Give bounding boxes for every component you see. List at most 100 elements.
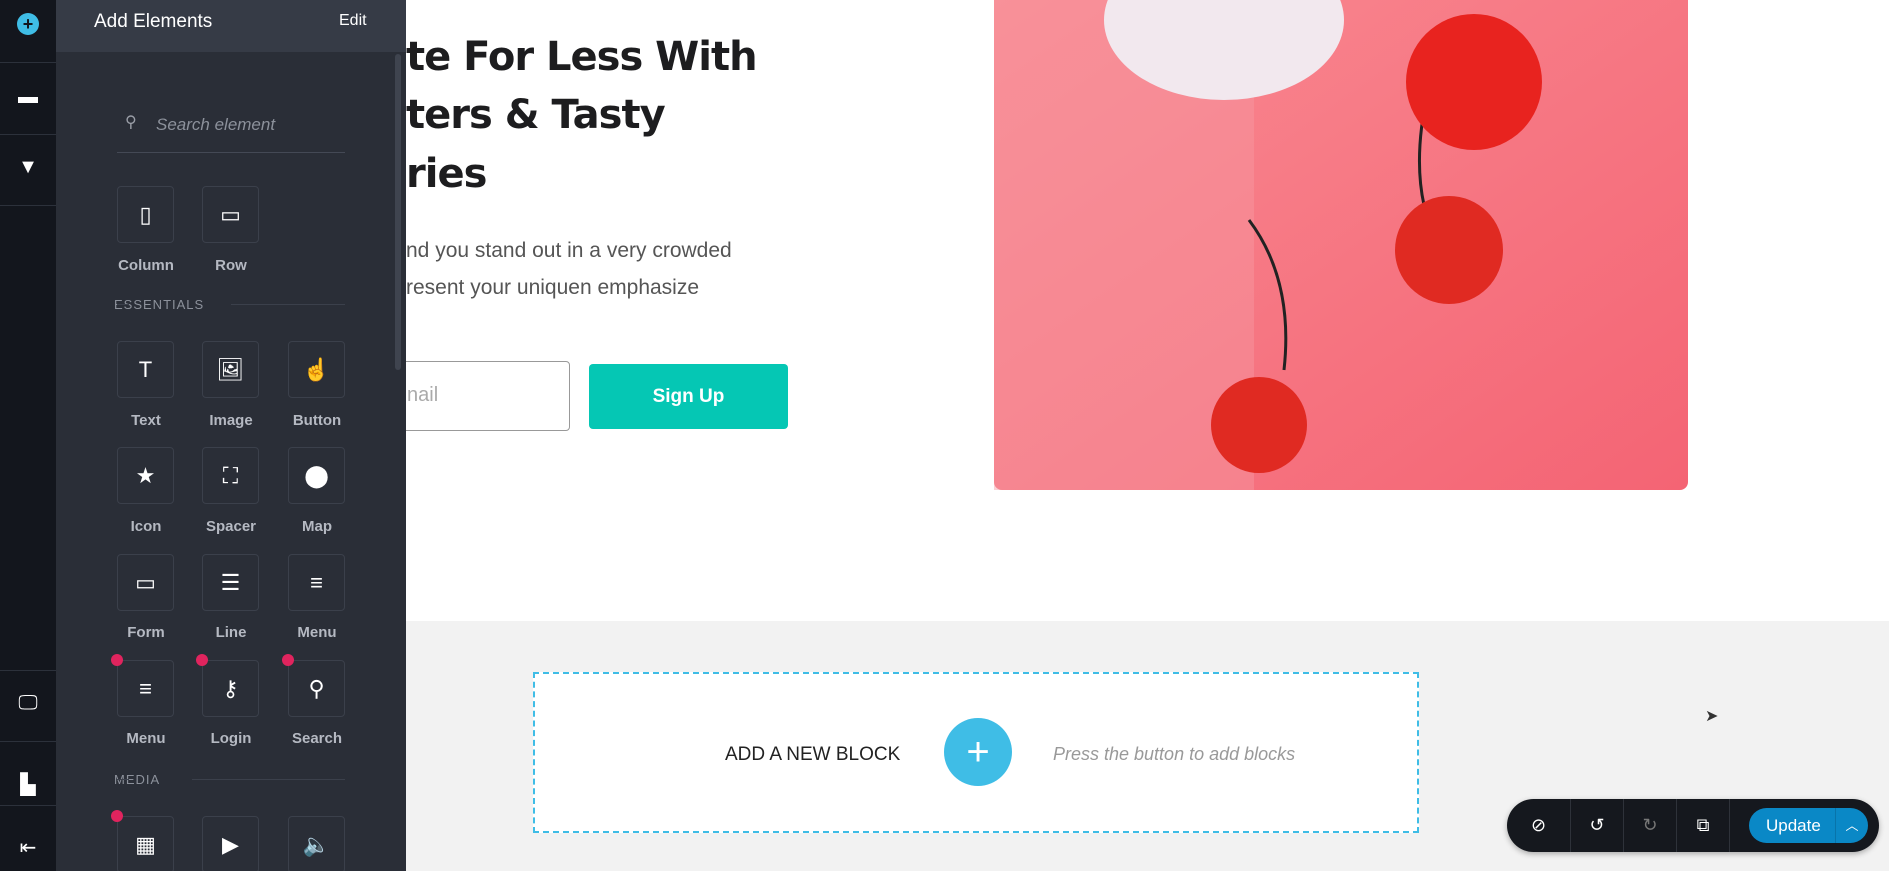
divider: [0, 134, 56, 135]
expand-icon: ⛶: [222, 462, 239, 488]
left-icon-bar: + ▬ ▼ 🖵 ▙ ⇤: [0, 0, 56, 871]
panel-header: Add Elements Edit: [56, 0, 406, 52]
panel-scrollbar[interactable]: [395, 54, 401, 370]
audio-icon: 🔈: [302, 831, 331, 857]
column-icon: ▯: [139, 201, 152, 227]
badge-dot: [196, 654, 208, 666]
tile-label: Menu: [126, 730, 166, 747]
add-circle-icon[interactable]: +: [0, 13, 56, 36]
search-placeholder: Search element: [156, 115, 276, 134]
form-element-tile[interactable]: ▭: [117, 554, 174, 611]
menu-element-tile[interactable]: ≡: [288, 554, 345, 611]
divider: [0, 741, 56, 742]
badge-dot: [111, 654, 123, 666]
star-icon: ★: [135, 462, 156, 488]
key-icon: ⚷: [222, 675, 239, 701]
tile-label: Login: [210, 730, 252, 747]
signup-label: Sign Up: [652, 385, 725, 407]
tile-label: Line: [215, 624, 247, 641]
tile-label: Row: [215, 257, 247, 274]
image-element-tile[interactable]: 🖼: [202, 341, 259, 398]
key-element-tile[interactable]: ⚷: [202, 660, 259, 717]
layout-icon[interactable]: ▬: [0, 86, 56, 109]
tile-label: Menu: [297, 624, 337, 641]
email-placeholder: nail: [407, 384, 439, 406]
desktop-icon[interactable]: 🖵: [0, 692, 56, 715]
hero-heading-line-1: te For Less With: [406, 34, 758, 80]
menu-icon: ≡: [310, 569, 323, 595]
update-label: Update: [1766, 816, 1821, 835]
redo-icon[interactable]: ↻: [1624, 799, 1677, 852]
hand-pointer-element-tile[interactable]: ☝: [288, 341, 345, 398]
tile-label: Text: [131, 412, 161, 429]
menu-element-tile[interactable]: ≡: [117, 660, 174, 717]
add-elements-panel: Add Elements Edit ⚲ Search element ▯ Colu…: [56, 0, 406, 871]
search-icon: ⚲: [308, 675, 325, 701]
hero-image-cherries: [994, 0, 1688, 490]
divider: [117, 779, 129, 780]
add-block-hint: Press the button to add blocks: [1053, 744, 1296, 764]
divider: [0, 805, 56, 806]
line-element-tile[interactable]: ☰: [202, 554, 259, 611]
chevron-up-icon[interactable]: ︿: [1835, 808, 1868, 843]
add-block-dropzone[interactable]: ADD A NEW BLOCK + Press the button to ad…: [533, 672, 1419, 833]
gallery-element-tile[interactable]: ▦: [117, 816, 174, 871]
tile-label: Map: [302, 518, 332, 535]
text-element-tile[interactable]: T: [117, 341, 174, 398]
line-icon: ☰: [220, 569, 241, 595]
map-pin-icon: ⬤: [304, 462, 329, 488]
page-canvas: te For Less With ters & Tasty ries nd yo…: [406, 0, 1889, 871]
plus-icon: +: [966, 729, 990, 774]
badge-dot: [282, 654, 294, 666]
tile-label: Form: [127, 624, 165, 641]
email-input[interactable]: nail: [406, 361, 570, 431]
star-element-tile[interactable]: ★: [117, 447, 174, 504]
divider: [0, 205, 56, 206]
undo-icon[interactable]: ↺: [1571, 799, 1624, 852]
divider: [0, 62, 56, 63]
expand-element-tile[interactable]: ⛶: [202, 447, 259, 504]
hide-icon[interactable]: ⊘: [1507, 799, 1571, 852]
hero-heading-line-3: ries: [406, 151, 487, 197]
paint-roller-icon[interactable]: ▼: [0, 156, 56, 179]
divider: [0, 670, 56, 671]
play-element-tile[interactable]: ▶: [202, 816, 259, 871]
external-link-icon[interactable]: ⧉: [1677, 799, 1730, 852]
hero-paragraph-line-1: nd you stand out in a very crowded: [406, 239, 732, 262]
exit-icon[interactable]: ⇤: [0, 835, 56, 860]
search-input[interactable]: ⚲ Search element: [117, 104, 345, 153]
search-element-tile[interactable]: ⚲: [288, 660, 345, 717]
audio-element-tile[interactable]: 🔈: [288, 816, 345, 871]
edit-button[interactable]: Edit: [339, 12, 367, 30]
page-icon[interactable]: ▙: [0, 772, 56, 797]
column-element-tile[interactable]: ▯: [117, 186, 174, 243]
row-icon: ▭: [220, 201, 241, 227]
map-pin-element-tile[interactable]: ⬤: [288, 447, 345, 504]
tile-label: Search: [291, 730, 343, 747]
divider: [117, 304, 129, 305]
tile-label: Column: [118, 257, 174, 274]
divider: [192, 779, 345, 780]
tile-label: Image: [209, 412, 253, 429]
text-icon: T: [138, 356, 153, 382]
image-icon: 🖼: [216, 356, 245, 382]
form-icon: ▭: [135, 569, 156, 595]
search-icon: ⚲: [125, 114, 137, 131]
signup-button[interactable]: Sign Up: [589, 364, 788, 429]
hero-heading-line-2: ters & Tasty: [406, 92, 666, 138]
tile-label: Spacer: [205, 518, 257, 535]
badge-dot: [111, 810, 123, 822]
row-element-tile[interactable]: ▭: [202, 186, 259, 243]
mouse-cursor-icon: ➤: [1705, 708, 1719, 725]
tile-label: Button: [292, 412, 342, 429]
menu-icon: ≡: [139, 675, 152, 701]
add-block-button[interactable]: +: [944, 718, 1012, 786]
divider: [231, 304, 345, 305]
hero-paragraph-line-2: resent your uniquen emphasize: [406, 276, 700, 299]
bottom-toolbar: ⊘ ↺ ↻ ⧉ Update ︿: [1507, 799, 1879, 852]
hand-pointer-icon: ☝: [302, 356, 331, 382]
add-block-title: ADD A NEW BLOCK: [725, 744, 901, 765]
panel-title: Add Elements: [94, 11, 213, 32]
tile-label: Icon: [130, 518, 162, 535]
update-button[interactable]: Update ︿: [1749, 808, 1868, 843]
